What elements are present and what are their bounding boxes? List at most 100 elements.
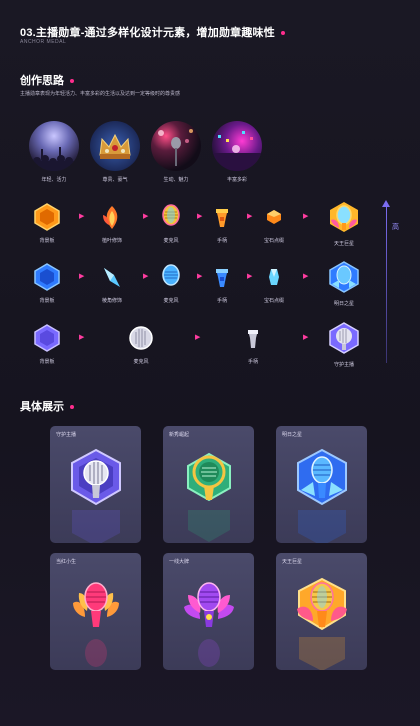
component-label: 麦克风 — [163, 238, 179, 244]
blue-hexagon-icon — [33, 263, 61, 291]
stage-photo — [212, 121, 262, 171]
purple-hexagon-icon — [33, 324, 61, 352]
component-label: 背景板 — [39, 359, 55, 365]
axis-arrow-icon — [382, 200, 390, 207]
mood-colorful: 丰富多彩 — [209, 121, 265, 183]
concert-photo — [29, 121, 79, 171]
row1-handle: 手柄 — [202, 203, 242, 244]
concept-description: 主播勋章表现为年轻活力、丰富多彩的生活以及达到一定等级时的尊贵感 — [20, 91, 181, 97]
medal-card-tomorrow-star: 明日之星 — [276, 426, 367, 543]
mood-label: 尊贵、豪气 — [102, 177, 128, 183]
mood-crown: 尊贵、豪气 — [87, 121, 143, 183]
row1-leaf: 植叶修饰 — [92, 203, 132, 244]
page-subtitle: ANCHOR MEDAL — [20, 39, 67, 45]
medal-card-superstar: 天王巨星 — [276, 553, 367, 670]
medal-card-top-tier: 一线大牌 — [163, 553, 254, 670]
superstar-medal-icon — [296, 577, 347, 631]
level-axis — [386, 205, 387, 363]
row3-background: 背景板 — [27, 324, 67, 365]
component-label: 植叶修饰 — [101, 238, 122, 244]
microphone-photo — [151, 121, 201, 171]
silver-mic-icon — [127, 324, 155, 352]
row1-result: 天王巨星 — [324, 200, 364, 247]
mood-label: 生动、魅力 — [163, 177, 189, 183]
row3-handle: 手柄 — [233, 324, 273, 365]
arrow-right-icon: ▶ — [303, 213, 309, 220]
medal-reflection — [297, 510, 346, 543]
arrow-right-icon: ▶ — [303, 334, 309, 341]
blue-mic-icon — [157, 263, 185, 291]
component-label: 天王巨星 — [333, 241, 354, 247]
gold-mic-icon — [157, 203, 185, 231]
component-label: 守护主播 — [333, 362, 354, 368]
mood-microphone: 生动、魅力 — [148, 121, 204, 183]
row2-gem: 宝石点缀 — [254, 263, 294, 304]
medal-reflection — [187, 510, 230, 542]
component-label: 麦克风 — [163, 298, 179, 304]
blue-handle-icon — [208, 263, 236, 291]
arrow-right-icon: ▶ — [79, 273, 85, 280]
guardian-medal-icon — [70, 448, 121, 506]
orange-hexagon-icon — [33, 203, 61, 231]
medal-name: 明日之星 — [282, 432, 303, 438]
page: 03.主播勋章-通过多样化设计元素，增加勋章趣味性 ANCHOR MEDAL 创… — [0, 0, 420, 726]
guardian-medal-icon — [327, 321, 361, 355]
row2-handle: 手柄 — [202, 263, 242, 304]
medal-name: 新秀崛起 — [169, 432, 190, 438]
medal-card-rising-star: 新秀崛起 — [163, 426, 254, 543]
rising-star-medal-icon — [186, 452, 231, 502]
blue-gem-icon — [260, 263, 288, 291]
silver-handle-icon — [239, 324, 267, 352]
row3-mic: 麦克风 — [121, 324, 161, 365]
row1-gem: 宝石点缀 — [254, 203, 294, 244]
page-title: 03.主播勋章-通过多样化设计元素，增加勋章趣味性 — [20, 24, 285, 40]
blue-wing-icon — [98, 263, 126, 291]
component-label: 背景板 — [39, 238, 55, 244]
axis-label: 高 — [392, 224, 399, 231]
mood-label: 丰富多彩 — [226, 177, 247, 183]
component-label: 宝石点缀 — [263, 298, 284, 304]
medal-reflection — [71, 510, 120, 543]
mood-label: 年轻、活力 — [41, 177, 67, 183]
accent-dot — [70, 405, 74, 410]
medal-name: 当红小生 — [56, 559, 77, 565]
accent-dot — [70, 79, 74, 84]
accent-dot — [280, 31, 285, 36]
arrow-right-icon: ▶ — [143, 273, 149, 280]
orange-gem-icon — [260, 203, 288, 231]
mood-concert: 年轻、活力 — [26, 121, 82, 183]
row2-background: 背景板 — [27, 263, 67, 304]
arrow-right-icon: ▶ — [195, 334, 201, 341]
row1-background: 背景板 — [27, 203, 67, 244]
tomorrow-star-medal-icon — [296, 448, 347, 506]
medal-reflection — [197, 639, 220, 667]
arrow-right-icon: ▶ — [303, 273, 309, 280]
row2-wing: 棱角修饰 — [92, 263, 132, 304]
arrow-right-icon: ▶ — [79, 334, 85, 341]
medal-name: 守护主播 — [56, 432, 77, 438]
medal-name: 一线大牌 — [169, 559, 190, 565]
component-label: 明日之星 — [333, 301, 354, 307]
component-label: 手柄 — [247, 359, 258, 365]
tomorrow-star-medal-icon — [327, 260, 361, 294]
row1-mic: 麦克风 — [151, 203, 191, 244]
concept-heading: 创作思路 — [20, 72, 74, 88]
component-label: 手柄 — [216, 298, 227, 304]
row2-result: 明日之星 — [324, 260, 364, 307]
arrow-right-icon: ▶ — [143, 213, 149, 220]
popular-star-medal-icon — [72, 582, 119, 627]
flame-leaf-icon — [98, 203, 126, 231]
top-tier-medal-icon — [183, 582, 234, 627]
row3-result: 守护主播 — [324, 321, 364, 368]
medal-reflection — [298, 637, 345, 670]
gold-handle-icon — [208, 203, 236, 231]
medal-reflection — [84, 639, 107, 667]
component-label: 背景板 — [39, 298, 55, 304]
component-label: 手柄 — [216, 238, 227, 244]
row2-mic: 麦克风 — [151, 263, 191, 304]
component-label: 宝石点缀 — [263, 238, 284, 244]
medal-card-guardian: 守护主播 — [50, 426, 141, 543]
medal-name: 天王巨星 — [282, 559, 303, 565]
arrow-right-icon: ▶ — [79, 213, 85, 220]
superstar-medal-icon — [327, 200, 361, 234]
